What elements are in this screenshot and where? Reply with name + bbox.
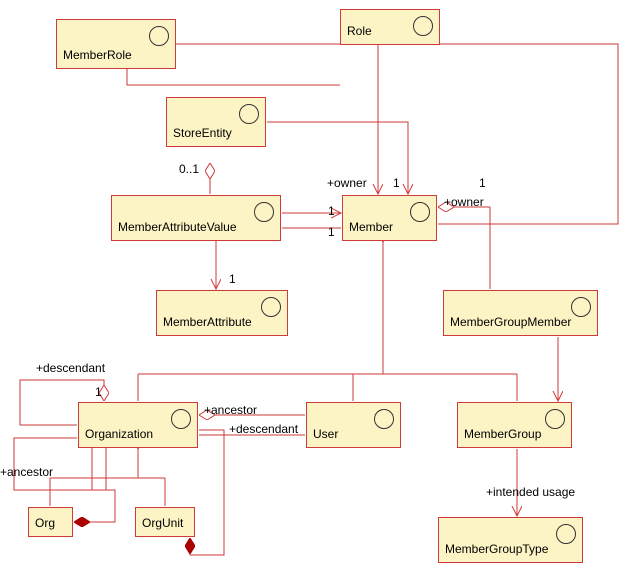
class-icon xyxy=(410,202,430,222)
class-memberattribute: MemberAttribute xyxy=(156,290,288,336)
class-icon xyxy=(261,297,281,317)
class-label: MemberGroupType xyxy=(445,542,548,556)
class-label: MemberAttributeValue xyxy=(118,220,237,234)
role-intended-usage: +intended usage xyxy=(486,485,575,499)
class-label: MemberAttribute xyxy=(163,315,252,329)
class-label: OrgUnit xyxy=(142,516,183,530)
class-label: MemberRole xyxy=(63,48,132,62)
mult-one-org: 1 xyxy=(95,385,102,399)
connectors xyxy=(0,0,634,574)
class-label: Role xyxy=(347,24,372,38)
class-role: Role xyxy=(340,9,440,45)
mult-one-mav-member: 1 xyxy=(328,204,335,218)
mult-one-storeowner: 1 xyxy=(393,176,400,190)
class-memberattributevalue: MemberAttributeValue xyxy=(111,195,281,241)
role-descendant-orguser: +descendant xyxy=(229,422,298,436)
class-icon xyxy=(556,524,576,544)
class-storeentity: StoreEntity xyxy=(166,97,266,147)
mult-one-member-mav: 1 xyxy=(328,225,335,239)
class-icon xyxy=(254,202,274,222)
class-icon xyxy=(413,16,433,36)
role-descendant-self: +descendant xyxy=(36,361,105,375)
class-member: Member xyxy=(342,195,437,241)
class-icon xyxy=(545,409,565,429)
class-user: User xyxy=(306,402,401,448)
class-label: User xyxy=(313,427,338,441)
class-org: Org xyxy=(28,507,73,537)
class-membergrouptype: MemberGroupType xyxy=(438,517,583,563)
class-membergroupmember: MemberGroupMember xyxy=(443,290,598,336)
role-ancestor-orguser: +ancestor xyxy=(204,403,257,417)
class-label: Organization xyxy=(85,427,153,441)
class-icon xyxy=(149,26,169,46)
class-organization: Organization xyxy=(78,402,198,448)
role-owner-store: +owner xyxy=(327,176,367,190)
role-ancestor-self: +ancestor xyxy=(0,465,53,479)
class-icon xyxy=(171,409,191,429)
class-label: MemberGroupMember xyxy=(450,315,571,329)
mult-one-ma: 1 xyxy=(229,272,236,286)
class-icon xyxy=(239,104,259,124)
class-label: Org xyxy=(35,516,55,530)
mult-one-owner-mav: 1 xyxy=(479,176,486,190)
class-membergroup: MemberGroup xyxy=(457,402,572,448)
class-orgunit: OrgUnit xyxy=(135,507,195,537)
class-label: MemberGroup xyxy=(464,427,541,441)
role-owner-mav: +owner xyxy=(444,195,484,209)
class-label: StoreEntity xyxy=(173,126,232,140)
class-icon xyxy=(374,409,394,429)
class-icon xyxy=(571,297,591,317)
class-label: Member xyxy=(349,220,393,234)
mult-storeentity: 0..1 xyxy=(179,162,199,176)
class-memberrole: MemberRole xyxy=(56,19,176,69)
